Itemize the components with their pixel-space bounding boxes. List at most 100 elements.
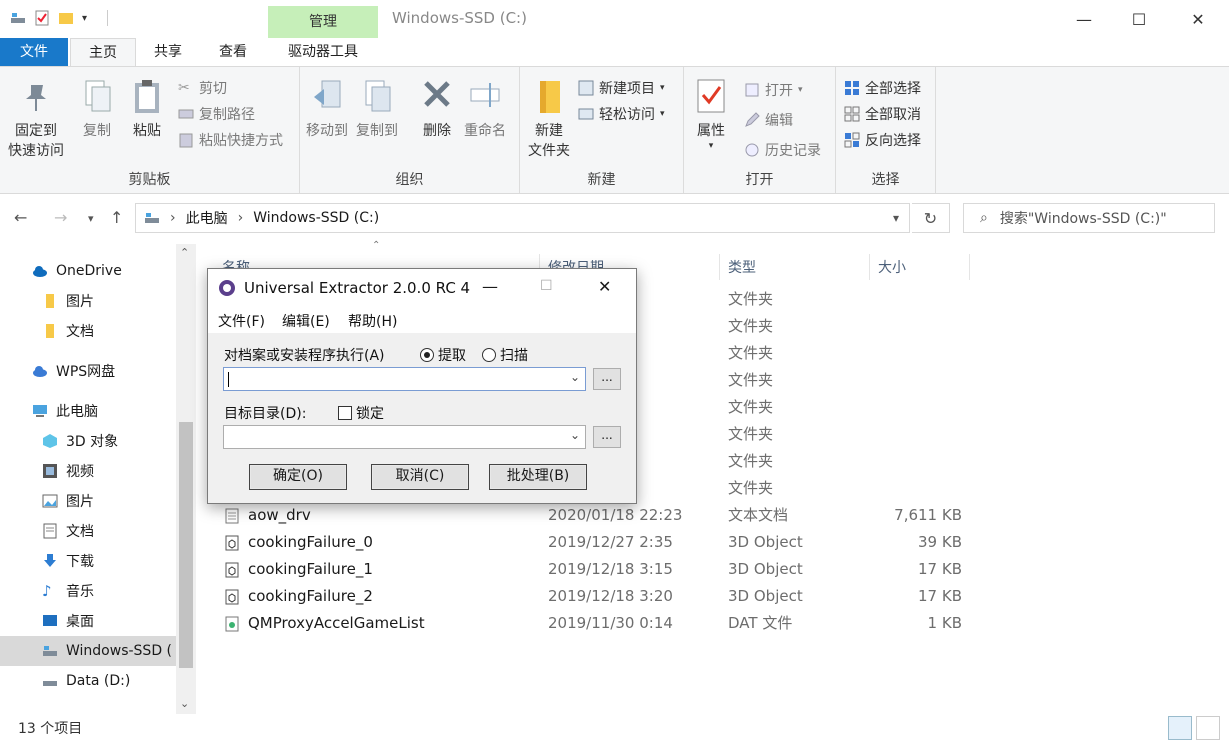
maximize-button[interactable]: ☐ bbox=[1110, 0, 1168, 38]
file-row[interactable]: cookingFailure_0 2019/12/27 2:35 3D Object… bbox=[216, 529, 976, 556]
file-row[interactable]: cookingFailure_2 2019/12/18 3:20 3D Object… bbox=[216, 583, 976, 610]
dialog-maximize-button[interactable]: ☐ bbox=[540, 278, 553, 294]
nav-item-videos[interactable]: 视频 bbox=[0, 456, 176, 486]
cut-button[interactable]: ✂ 剪切 bbox=[178, 77, 227, 99]
browse-dest-button[interactable]: ... bbox=[593, 426, 621, 448]
menu-help[interactable]: 帮助(H) bbox=[348, 311, 397, 331]
details-view-icon[interactable] bbox=[1168, 716, 1192, 740]
nav-item-data-drive[interactable]: Data (D:) bbox=[0, 666, 176, 696]
chevron-down-icon[interactable]: ⌄ bbox=[570, 370, 580, 384]
select-none-button[interactable]: 全部取消 bbox=[844, 103, 921, 125]
tab-share[interactable]: 共享 bbox=[138, 38, 198, 66]
chevron-down-icon[interactable]: ⌄ bbox=[570, 428, 580, 442]
copy-button[interactable]: 复制 bbox=[80, 77, 114, 141]
nav-item-wps-drive[interactable]: WPS网盘 bbox=[0, 356, 176, 386]
qat-dropdown-icon[interactable]: ▾ bbox=[82, 13, 87, 24]
radio-extract-dot[interactable] bbox=[420, 348, 434, 362]
nav-item-onedrive[interactable]: OneDrive bbox=[0, 256, 176, 286]
lock-checkbox-box[interactable] bbox=[338, 406, 352, 420]
dest-dir-combobox[interactable]: ⌄ bbox=[223, 425, 586, 449]
properties-check-icon[interactable] bbox=[34, 10, 50, 26]
tab-drive-tools[interactable]: 驱动器工具 bbox=[268, 38, 378, 66]
tab-file[interactable]: 文件 bbox=[0, 38, 68, 66]
properties-check-icon bbox=[697, 79, 725, 113]
nav-item-onedrive-documents[interactable]: 文档 bbox=[0, 316, 176, 346]
scroll-up-icon[interactable]: ⌃ bbox=[180, 246, 189, 259]
open-button[interactable]: 打开 ▾ bbox=[744, 79, 803, 101]
history-button[interactable]: 历史记录 bbox=[744, 139, 821, 161]
nav-item-pictures[interactable]: 图片 bbox=[0, 486, 176, 516]
select-group: 全部选择 全部取消 反向选择 选择 bbox=[836, 67, 936, 193]
status-bar: 13 个项目 bbox=[0, 714, 1229, 742]
delete-button[interactable]: 删除 bbox=[420, 77, 454, 141]
nav-item-3d-objects[interactable]: 3D 对象 bbox=[0, 426, 176, 456]
breadcrumb-drive[interactable]: Windows-SSD (C:) bbox=[253, 210, 379, 226]
breadcrumb-separator-icon[interactable]: › bbox=[170, 210, 176, 226]
menu-edit[interactable]: 编辑(E) bbox=[282, 311, 330, 331]
folder-icon bbox=[540, 81, 560, 113]
nav-item-downloads[interactable]: 下载 bbox=[0, 546, 176, 576]
tab-home[interactable]: 主页 bbox=[70, 38, 136, 67]
radio-scan[interactable]: 扫描 bbox=[482, 345, 528, 365]
copy-to-button[interactable]: 复制到 bbox=[356, 77, 398, 141]
lock-label: 锁定 bbox=[356, 406, 384, 422]
breadcrumb-separator-icon[interactable]: › bbox=[238, 210, 244, 226]
paste-button[interactable]: 粘贴 bbox=[130, 77, 164, 141]
nav-item-desktop[interactable]: 桌面 bbox=[0, 606, 176, 636]
paste-shortcut-button[interactable]: 粘贴快捷方式 bbox=[178, 129, 283, 151]
select-all-button[interactable]: 全部选择 bbox=[844, 77, 921, 99]
recent-locations-chevron-icon[interactable]: ▾ bbox=[88, 212, 94, 225]
invert-selection-button[interactable]: 反向选择 bbox=[844, 129, 921, 151]
source-file-combobox[interactable]: ⌄ bbox=[223, 367, 586, 391]
column-header-size[interactable]: 大小 bbox=[872, 254, 970, 280]
scroll-down-icon[interactable]: ⌄ bbox=[180, 697, 189, 710]
nav-scrollbar-thumb[interactable] bbox=[179, 422, 193, 668]
back-arrow-icon[interactable]: ← bbox=[14, 208, 27, 227]
properties-button[interactable]: 属性 ▾ bbox=[694, 77, 728, 151]
up-arrow-icon[interactable]: ↑ bbox=[110, 208, 123, 227]
refresh-button[interactable]: ↻ bbox=[912, 203, 950, 233]
address-bar[interactable]: › 此电脑 › Windows-SSD (C:) ▾ bbox=[135, 203, 910, 233]
rename-button[interactable]: 重命名 bbox=[464, 77, 506, 141]
minimize-button[interactable]: — bbox=[1055, 0, 1113, 38]
file-row[interactable]: aow_drv 2020/01/18 22:23 文本文档 7,611 KB bbox=[216, 502, 976, 529]
breadcrumb-this-pc[interactable]: 此电脑 bbox=[186, 208, 228, 228]
file-row[interactable]: cookingFailure_1 2019/12/18 3:15 3D Object… bbox=[216, 556, 976, 583]
browse-source-button[interactable]: ... bbox=[593, 368, 621, 390]
new-item-button[interactable]: 新建项目 ▾ bbox=[578, 77, 665, 99]
pin-to-quick-access-button[interactable]: 固定到 快速访问 bbox=[8, 77, 64, 161]
search-input[interactable]: ⌕ 搜索"Windows-SSD (C:)" bbox=[963, 203, 1215, 233]
nav-item-documents[interactable]: 文档 bbox=[0, 516, 176, 546]
nav-item-onedrive-pictures[interactable]: 图片 bbox=[0, 286, 176, 316]
dialog-minimize-button[interactable]: — bbox=[482, 277, 498, 296]
large-icons-view-icon[interactable] bbox=[1196, 716, 1220, 740]
nav-item-music[interactable]: ♪ 音乐 bbox=[0, 576, 176, 606]
close-button[interactable]: ✕ bbox=[1169, 0, 1227, 38]
copy-path-button[interactable]: 复制路径 bbox=[178, 103, 255, 125]
drive-icon[interactable] bbox=[10, 10, 26, 26]
new-folder-button[interactable]: 新建 文件夹 bbox=[528, 77, 570, 161]
menu-file[interactable]: 文件(F) bbox=[218, 311, 265, 331]
cancel-button[interactable]: 取消(C) bbox=[371, 464, 469, 490]
nav-item-windows-ssd[interactable]: Windows-SSD ( bbox=[0, 636, 176, 666]
tab-view[interactable]: 查看 bbox=[203, 38, 263, 66]
lock-checkbox[interactable]: 锁定 bbox=[338, 403, 384, 423]
radio-scan-dot[interactable] bbox=[482, 348, 496, 362]
file-row[interactable]: QMProxyAccelGameList 2019/11/30 0:14 DAT 文… bbox=[216, 610, 976, 637]
forward-arrow-icon[interactable]: → bbox=[54, 208, 67, 227]
ok-button[interactable]: 确定(O) bbox=[249, 464, 347, 490]
batch-button[interactable]: 批处理(B) bbox=[489, 464, 587, 490]
file-date: 2019/11/30 0:14 bbox=[548, 614, 673, 632]
move-to-button[interactable]: 移动到 bbox=[306, 77, 348, 141]
nav-item-this-pc[interactable]: 此电脑 bbox=[0, 396, 176, 426]
dialog-close-button[interactable]: ✕ bbox=[598, 277, 611, 296]
column-header-type[interactable]: 类型 bbox=[722, 254, 870, 280]
easy-access-button[interactable]: 轻松访问 ▾ bbox=[578, 103, 665, 125]
radio-extract[interactable]: 提取 bbox=[420, 345, 466, 365]
address-dropdown-icon[interactable]: ▾ bbox=[893, 211, 899, 225]
nav-scrollbar[interactable]: ⌃ ⌄ bbox=[176, 244, 196, 714]
new-folder-icon[interactable] bbox=[58, 10, 74, 26]
new-folder-label-1: 新建 bbox=[535, 123, 563, 139]
edit-button[interactable]: 编辑 bbox=[744, 109, 793, 131]
file-size bbox=[878, 421, 962, 448]
